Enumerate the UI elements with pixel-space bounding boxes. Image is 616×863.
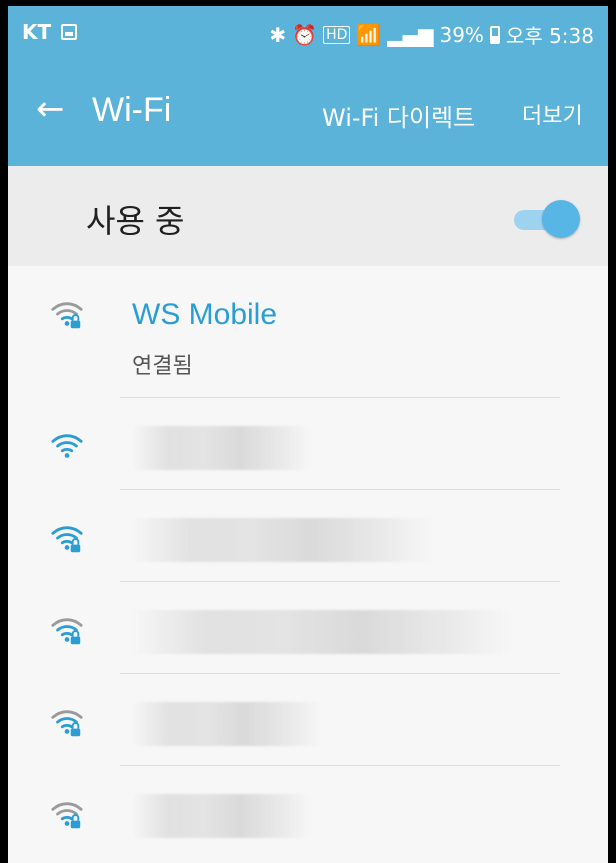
battery-icon xyxy=(489,25,500,44)
network-item-connected[interactable]: WS Mobile 연결됨 xyxy=(8,266,608,398)
blurred-ssid xyxy=(132,794,312,838)
status-time: 오후 5:38 xyxy=(505,24,594,48)
gallery-icon xyxy=(61,24,78,40)
blurred-ssid xyxy=(132,610,512,654)
network-status: 연결됨 xyxy=(132,354,193,379)
wifi-secured-icon xyxy=(51,526,83,553)
app-bar: ← Wi-Fi Wi-Fi 다이렉트 더보기 xyxy=(8,62,608,166)
status-bar: KT ✱ ⏰ HD 📶 ▂▄▆ 39% 오후 5:38 xyxy=(8,6,608,62)
wifi-secured-icon xyxy=(51,710,83,737)
network-item[interactable] xyxy=(8,766,608,858)
network-list: WS Mobile 연결됨 xyxy=(8,266,608,863)
wifi-signal-icon: 📶 xyxy=(356,22,382,47)
alarm-icon: ⏰ xyxy=(292,22,318,47)
bluetooth-icon: ✱ xyxy=(269,22,287,47)
wifi-secured-icon xyxy=(51,302,83,329)
battery-percent: 39% xyxy=(439,22,484,47)
toggle-label: 사용 중 xyxy=(86,202,185,240)
wifi-direct-button[interactable]: Wi-Fi 다이렉트 xyxy=(322,98,475,133)
wifi-icon xyxy=(51,434,83,458)
carrier-label: KT xyxy=(22,20,52,44)
wifi-toggle-row[interactable]: 사용 중 xyxy=(8,166,608,267)
network-ssid: WS Mobile xyxy=(132,298,278,331)
blurred-ssid xyxy=(132,518,432,562)
status-right: ✱ ⏰ HD 📶 ▂▄▆ 39% 오후 5:38 xyxy=(269,20,594,49)
wifi-switch[interactable] xyxy=(514,200,580,240)
switch-thumb xyxy=(542,200,580,238)
hd-icon: HD xyxy=(323,25,351,44)
page-title: Wi-Fi xyxy=(92,91,172,129)
network-item[interactable] xyxy=(8,490,608,582)
blurred-ssid xyxy=(132,426,312,470)
screen-frame: KT ✱ ⏰ HD 📶 ▂▄▆ 39% 오후 5:38 ← Wi-Fi Wi-F… xyxy=(8,6,608,863)
status-left: KT xyxy=(22,20,78,44)
blurred-ssid xyxy=(132,702,322,746)
more-button[interactable]: 더보기 xyxy=(522,98,583,130)
network-item[interactable] xyxy=(8,398,608,490)
wifi-secured-icon xyxy=(51,618,83,645)
back-arrow-icon[interactable]: ← xyxy=(36,92,65,126)
wifi-secured-icon xyxy=(51,802,83,829)
network-item[interactable] xyxy=(8,582,608,674)
cell-signal-icon: ▂▄▆ xyxy=(387,22,434,47)
network-item[interactable] xyxy=(8,674,608,766)
